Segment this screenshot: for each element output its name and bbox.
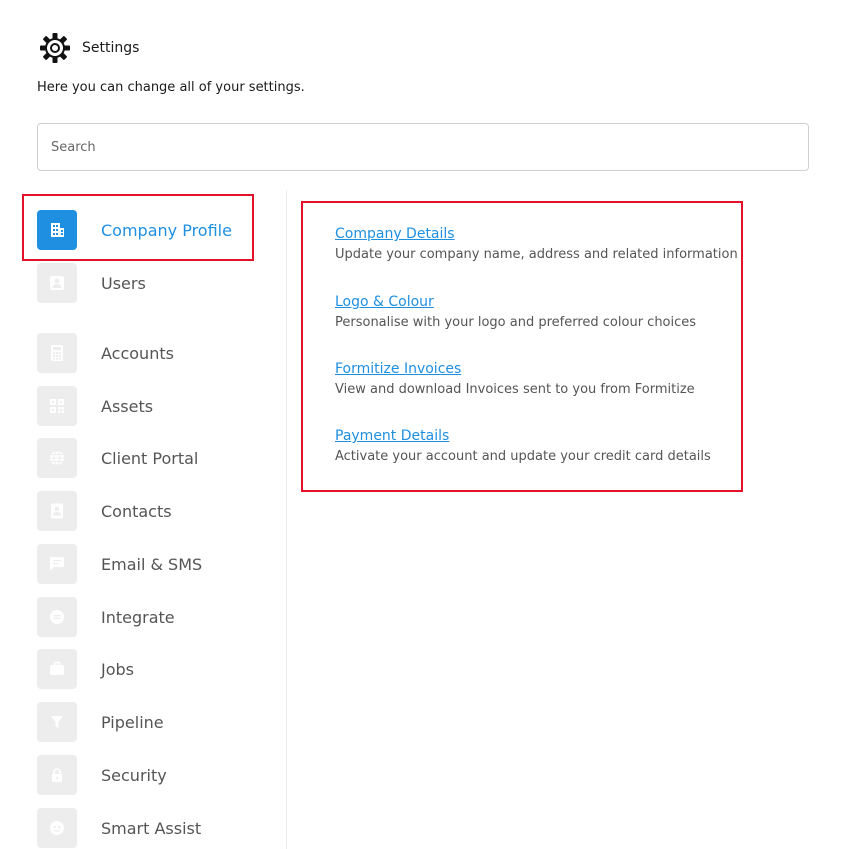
link-block-formitize-invoices: Formitize Invoices View and download Inv… <box>335 361 735 397</box>
calculator-icon <box>37 333 77 373</box>
integrate-icon <box>37 597 77 637</box>
link-description: Personalise with your logo and preferred… <box>335 315 697 330</box>
sidebar-item-client-portal[interactable]: Client Portal <box>37 438 198 478</box>
link-description: View and download Invoices sent to you f… <box>335 382 695 397</box>
gear-icon <box>40 33 70 63</box>
settings-sidebar: Company Profile Users Accounts Assets Cl… <box>0 190 287 849</box>
sidebar-item-integrate[interactable]: Integrate <box>37 597 175 637</box>
payment-details-link[interactable]: Payment Details <box>335 428 735 444</box>
sidebar-item-email-sms[interactable]: Email & SMS <box>37 544 202 584</box>
highlight-box-active-item <box>22 194 254 261</box>
sidebar-item-assets[interactable]: Assets <box>37 386 153 426</box>
sidebar-item-label: Security <box>101 765 167 785</box>
formitize-invoices-link[interactable]: Formitize Invoices <box>335 361 735 377</box>
globe-icon <box>37 438 77 478</box>
sidebar-item-label: Users <box>101 273 146 293</box>
briefcase-icon <box>37 649 77 689</box>
page-title: Settings <box>82 40 140 56</box>
page-header: Settings <box>39 32 139 64</box>
lock-icon <box>37 755 77 795</box>
sidebar-item-label: Accounts <box>101 343 174 363</box>
page-subtitle: Here you can change all of your settings… <box>37 80 305 95</box>
user-icon <box>37 263 77 303</box>
link-description: Activate your account and update your cr… <box>335 449 711 464</box>
sidebar-item-label: Contacts <box>101 501 172 521</box>
funnel-icon <box>37 702 77 742</box>
sidebar-item-label: Pipeline <box>101 712 164 732</box>
link-block-logo-colour: Logo & Colour Personalise with your logo… <box>335 294 735 330</box>
sidebar-item-contacts[interactable]: Contacts <box>37 491 172 531</box>
sidebar-item-users[interactable]: Users <box>37 263 146 303</box>
link-description: Update your company name, address and re… <box>335 247 738 262</box>
qr-code-icon <box>37 386 77 426</box>
search-input[interactable] <box>37 123 809 171</box>
contact-card-icon <box>37 491 77 531</box>
sidebar-item-label: Email & SMS <box>101 554 203 574</box>
sidebar-item-jobs[interactable]: Jobs <box>37 649 134 689</box>
message-icon <box>37 544 77 584</box>
sidebar-item-pipeline[interactable]: Pipeline <box>37 702 164 742</box>
sidebar-item-label: Integrate <box>101 607 175 627</box>
logo-colour-link[interactable]: Logo & Colour <box>335 294 735 310</box>
sidebar-item-accounts[interactable]: Accounts <box>37 333 174 373</box>
sidebar-item-label: Client Portal <box>101 448 199 468</box>
sidebar-item-label: Assets <box>101 396 154 416</box>
smart-assist-icon <box>37 808 77 848</box>
link-block-company-details: Company Details Update your company name… <box>335 226 738 262</box>
sidebar-item-label: Smart Assist <box>101 818 202 838</box>
sidebar-item-label: Jobs <box>101 659 134 679</box>
sidebar-item-security[interactable]: Security <box>37 755 167 795</box>
company-details-link[interactable]: Company Details <box>335 226 735 242</box>
sidebar-item-smart-assist[interactable]: Smart Assist <box>37 808 201 848</box>
link-block-payment-details: Payment Details Activate your account an… <box>335 428 735 464</box>
